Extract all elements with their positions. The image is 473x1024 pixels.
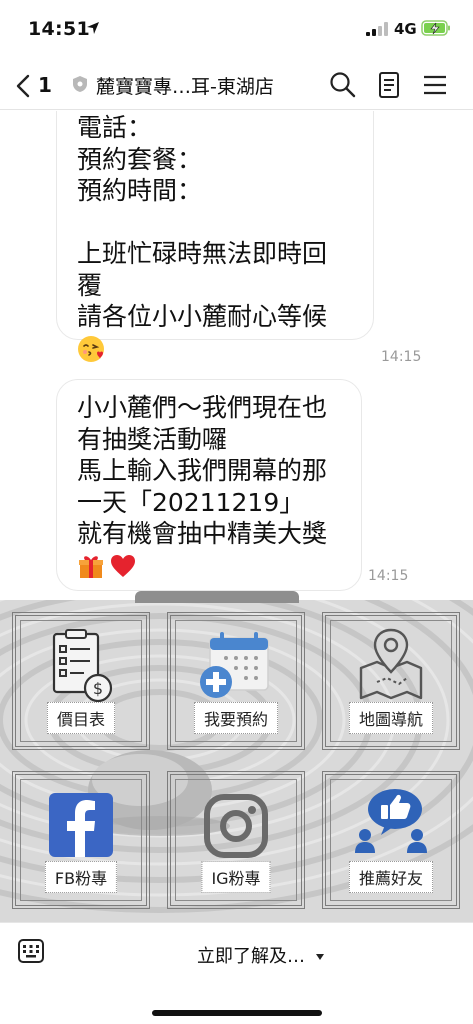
message-timestamp: 14:15	[368, 568, 409, 584]
emoji-row	[77, 550, 341, 582]
search-icon[interactable]	[328, 70, 358, 100]
network-type: 4G	[394, 20, 417, 38]
message-line: 就有機會抽中精美大獎	[77, 519, 328, 548]
chat-title: 麓寶寶專…耳-東湖店	[96, 76, 274, 98]
home-indicator[interactable]	[152, 1010, 322, 1016]
chat-messages[interactable]: 電話： 預約套餐： 預約時間： 上班忙碌時無法即時回 覆 請各位小小麓耐心等候 …	[0, 111, 473, 601]
message-line: 預約時間：	[77, 176, 203, 205]
tile-label: 價目表	[46, 702, 116, 734]
calendar-add-icon	[200, 632, 269, 698]
message-line: 覆	[77, 270, 103, 300]
message-line: 電話：	[77, 113, 153, 142]
thumbs-up-friends-icon	[355, 789, 427, 853]
hamburger-menu-icon[interactable]	[420, 70, 450, 100]
message-line: 預約套餐：	[77, 144, 203, 174]
tile-label: 地圖導航	[348, 702, 434, 734]
gift-emoji	[79, 555, 103, 578]
message-line: 馬上輸入我們開幕的那	[77, 456, 328, 485]
tile-label: FB粉專	[44, 861, 118, 893]
shield-icon	[73, 76, 87, 92]
chat-header: 1 麓寶寶專…耳-東湖店	[0, 60, 473, 110]
message-bubble[interactable]: 小小麓們～我們現在也 有抽獎活動囉 馬上輸入我們開幕的那 一天「20211219…	[56, 379, 362, 591]
unread-count: 1	[38, 73, 52, 97]
message-line: 一天「20211219」	[77, 487, 305, 517]
rich-menu-handle[interactable]	[135, 591, 299, 603]
message-line	[77, 207, 353, 239]
keyboard-icon[interactable]	[18, 939, 44, 963]
rich-menu-recommend-friends[interactable]: 推薦好友	[322, 771, 460, 909]
chevron-left-icon	[16, 74, 30, 98]
rich-menu-price-list[interactable]: $ 價目表	[12, 612, 150, 750]
map-pin-icon	[359, 628, 423, 700]
rich-menu-instagram[interactable]: IG粉專	[167, 771, 305, 909]
notes-icon[interactable]	[374, 70, 404, 100]
bottom-bar: 立即了解及…	[0, 922, 473, 1024]
caret-down-icon	[315, 954, 324, 960]
message-line: 有抽獎活動囉	[77, 424, 228, 454]
tile-label: 我要預約	[193, 702, 279, 734]
facebook-icon	[49, 793, 113, 857]
price-list-icon: $	[52, 629, 113, 703]
emoji-row	[77, 333, 353, 365]
svg-text:$: $	[93, 679, 103, 698]
rich-menu-toggle-label: 立即了解及…	[197, 946, 305, 967]
status-time: 14:51	[28, 18, 90, 40]
face-blowing-kiss-emoji	[78, 335, 104, 362]
message-line: 上班忙碌時無法即時回	[77, 239, 328, 268]
back-button[interactable]: 1	[14, 68, 58, 102]
rich-menu-map-navigation[interactable]: 地圖導航	[322, 612, 460, 750]
message-bubble[interactable]: 電話： 預約套餐： 預約時間： 上班忙碌時無法即時回 覆 請各位小小麓耐心等候	[56, 111, 374, 362]
rich-menu-facebook[interactable]: FB粉專	[12, 771, 150, 909]
message-timestamp: 14:15	[381, 349, 422, 365]
rich-menu-reservation[interactable]: 我要預約	[167, 612, 305, 750]
location-arrow-icon	[87, 22, 99, 34]
signal-bars-icon	[366, 22, 388, 36]
rich-menu: $ 價目表 我要預約 地圖導航 FB粉專 IG粉專 推薦好友	[0, 600, 473, 922]
message-line: 請各位小小麓耐心等候	[77, 302, 328, 331]
battery-charging-icon	[421, 20, 450, 36]
message-line: 小小麓們～我們現在也	[77, 393, 328, 422]
tile-label: 推薦好友	[348, 861, 434, 893]
rich-menu-toggle[interactable]: 立即了解及…	[197, 942, 325, 968]
instagram-icon	[204, 794, 268, 858]
red-heart-emoji	[111, 554, 135, 577]
tile-label: IG粉專	[201, 861, 271, 893]
status-bar: 14:51 4G	[0, 0, 473, 60]
